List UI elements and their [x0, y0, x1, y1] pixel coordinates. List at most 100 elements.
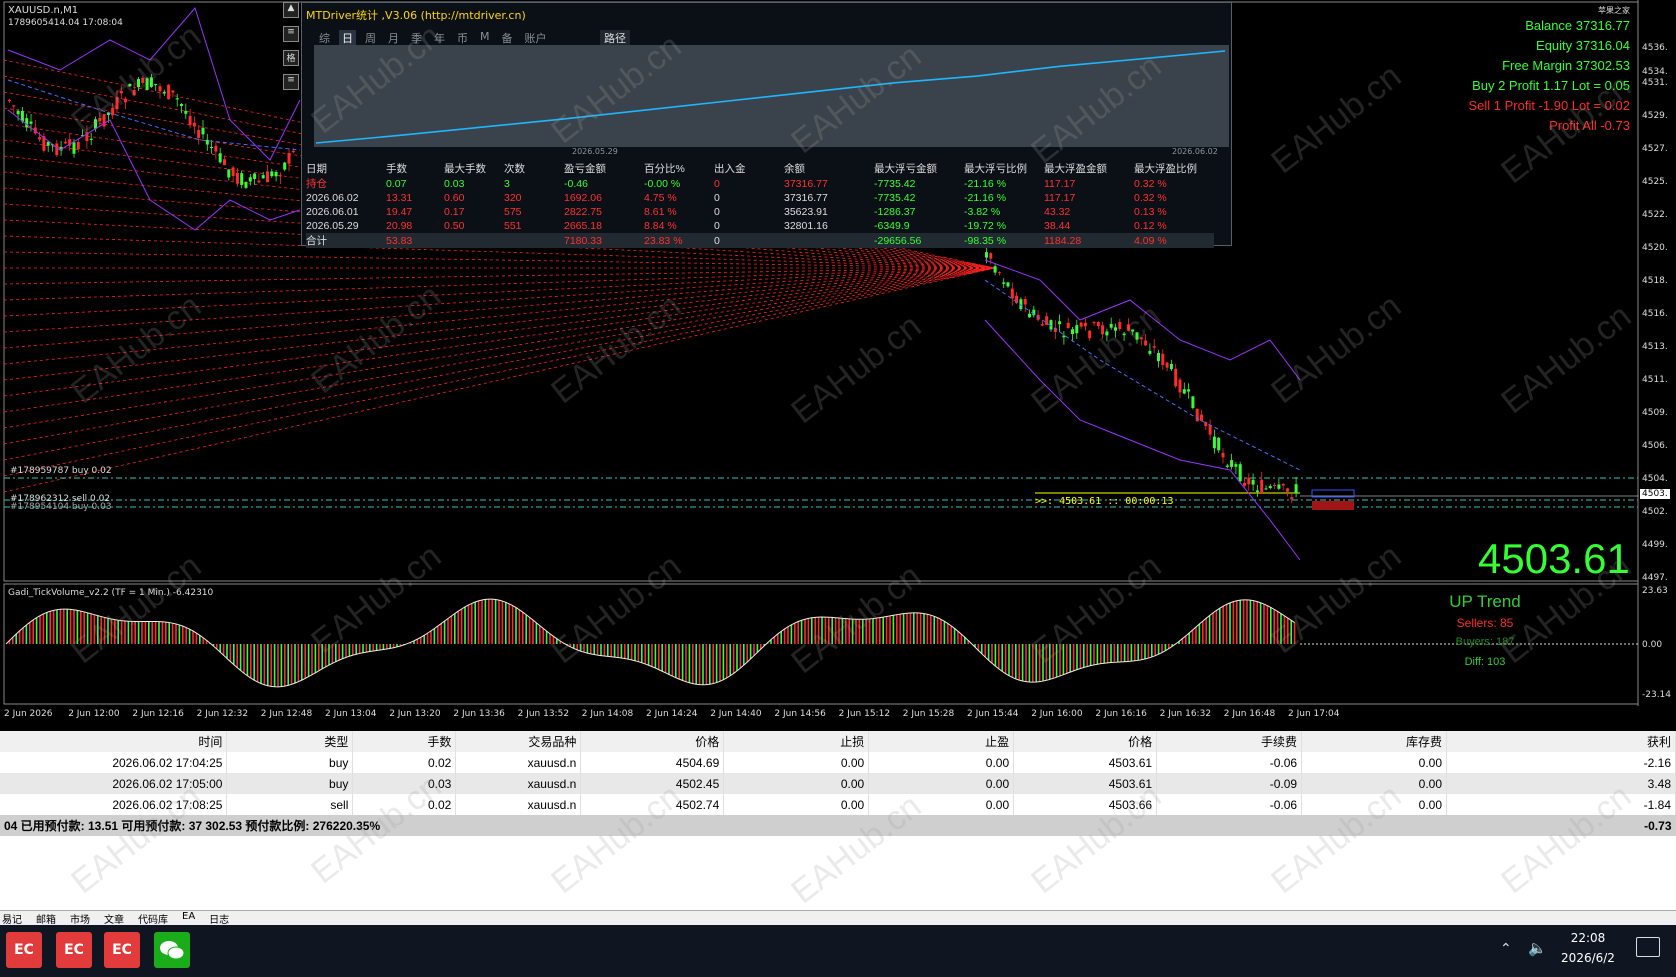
scroll-up-button[interactable]: ▲ — [283, 2, 299, 18]
th-lots[interactable]: 手数 — [352, 731, 457, 752]
trade-label-buy[interactable]: #178959787 buy 0.02 — [10, 466, 112, 476]
candle — [25, 118, 29, 128]
tab-week[interactable]: 周 — [362, 30, 379, 46]
candle — [171, 90, 175, 93]
trade-row[interactable]: 2026.06.02 17:08:25 sell 0.02 xauusd.n 4502.… — [0, 794, 1676, 815]
stats-cell: -6349.9 — [874, 220, 910, 232]
diff-label: Diff: 103 — [1464, 656, 1506, 668]
order-box — [1312, 501, 1354, 510]
account-footer-row: 04 已用预付款: 13.51 可用预付款: 37 302.53 预付款比例: … — [0, 815, 1676, 836]
trade-cell: 0.00 — [868, 773, 1015, 794]
col-max-float-loss: 最大浮亏金额 — [874, 163, 937, 175]
mtdriver-stats-panel[interactable]: MTDriver统计 ,V3.06 (http://mtdriver.cn) 综… — [301, 2, 1232, 248]
tab-currency[interactable]: 币 — [454, 30, 471, 46]
trade-cell: 4503.66 — [1013, 794, 1158, 815]
th-current-price[interactable]: 价格 — [1013, 731, 1158, 752]
tab-route[interactable]: 路径 — [600, 30, 630, 46]
ec-app-icon[interactable]: EC — [56, 932, 92, 968]
tab-day[interactable]: 日 — [339, 30, 356, 46]
tab-overview[interactable]: 综 — [316, 30, 333, 46]
candle — [132, 90, 136, 96]
tab-note[interactable]: 备 — [499, 30, 516, 46]
candle — [1200, 414, 1203, 421]
trade-row[interactable]: 2026.06.02 17:04:25 buy 0.02 xauusd.n 4504.6… — [0, 752, 1676, 773]
time-tick: 2 Jun 15:12 — [838, 709, 891, 719]
stats-header-row: 日期 手数 最大手数 次数 盈亏金额 百分比% 出入金 余额 最大浮亏金额 最大… — [306, 161, 1214, 176]
candle — [192, 122, 196, 127]
stats-cell: -0.00 % — [644, 177, 681, 190]
stats-cell: 0.32 % — [1134, 177, 1167, 190]
stats-cell: 1692.06 — [564, 192, 602, 204]
candle — [145, 78, 149, 90]
notification-icon[interactable] — [1636, 937, 1660, 957]
price-tick: 4502. — [1642, 507, 1668, 517]
fan-line — [3, 267, 996, 285]
terminal-tab[interactable]: 代码库 — [138, 911, 168, 926]
th-commission[interactable]: 手续费 — [1156, 731, 1303, 752]
clock-time[interactable]: 22:08 — [1558, 931, 1618, 945]
th-tp[interactable]: 止盈 — [868, 731, 1015, 752]
th-sl[interactable]: 止损 — [723, 731, 870, 752]
trade-cell: sell — [226, 794, 354, 815]
th-symbol[interactable]: 交易品种 — [455, 731, 582, 752]
stats-cell: 575 — [504, 206, 522, 218]
tab-magic[interactable]: M — [477, 30, 493, 46]
time-tick: 2 Jun 16:00 — [1031, 709, 1083, 719]
terminal-tab[interactable]: 日志 — [209, 911, 229, 926]
stats-cell: -1286.37 — [874, 206, 916, 218]
candle — [201, 127, 205, 135]
terminal-tab[interactable]: 邮箱 — [36, 911, 56, 926]
candle — [1062, 335, 1066, 338]
terminal-tab[interactable]: 文章 — [104, 911, 124, 926]
chevron-up-icon[interactable]: ⌃ — [1500, 941, 1512, 957]
grid-button[interactable]: 格 — [283, 50, 299, 66]
col-balance: 余额 — [784, 163, 805, 175]
tab-quarter[interactable]: 季 — [408, 30, 425, 46]
candle — [1023, 299, 1027, 305]
th-profit[interactable]: 获利 — [1446, 731, 1676, 752]
trade-label-buy-2[interactable]: #178954104 buy 0.03 — [10, 502, 112, 512]
stats-cell: 13.31 — [386, 192, 413, 204]
th-swap[interactable]: 库存费 — [1301, 731, 1448, 752]
terminal-tab[interactable]: 市场 — [70, 911, 90, 926]
ma-line — [984, 279, 1301, 471]
tab-year[interactable]: 年 — [431, 30, 448, 46]
candle — [1114, 327, 1117, 331]
wechat-icon[interactable] — [154, 932, 190, 968]
candle — [1135, 332, 1139, 340]
time-tick: 2 Jun 16:16 — [1095, 709, 1147, 719]
ec-app-icon[interactable]: EC — [6, 932, 42, 968]
candle — [1187, 389, 1191, 392]
candle — [119, 91, 123, 94]
candle — [175, 98, 179, 100]
candle — [1178, 379, 1182, 393]
candle — [1083, 322, 1087, 327]
candle — [218, 153, 222, 163]
candle — [989, 253, 993, 259]
th-type[interactable]: 类型 — [226, 731, 354, 752]
list-button[interactable]: ≡ — [283, 74, 299, 90]
terminal-tab[interactable]: 易记 — [2, 911, 22, 926]
price-axis: 4536. 4534. 4531. 4529. 4527. 4525. 4522… — [1640, 0, 1676, 700]
trade-row[interactable]: 2026.06.02 17:05:00 buy 0.03 xauusd.n 4502.4… — [0, 773, 1676, 794]
tab-account[interactable]: 账户 — [522, 30, 550, 46]
speaker-icon[interactable]: 🔈 — [1528, 939, 1547, 957]
candle — [287, 153, 291, 164]
tab-month[interactable]: 月 — [385, 30, 402, 46]
trade-cell: 0.00 — [1301, 752, 1448, 773]
clock-date[interactable]: 2026/6/2 — [1558, 951, 1618, 965]
candle — [1260, 479, 1264, 494]
th-price[interactable]: 价格 — [580, 731, 725, 752]
ec-app-icon[interactable]: EC — [104, 932, 140, 968]
trade-cell: 0.00 — [1301, 794, 1448, 815]
candle — [1174, 368, 1178, 387]
fan-line — [3, 267, 996, 429]
stats-cell: 7180.33 — [564, 233, 644, 248]
equity-curve-chart — [314, 45, 1229, 147]
ind-scale-bottom: -23.14 — [1642, 690, 1672, 700]
menu-button[interactable]: ≡ — [283, 26, 299, 42]
stats-cell: -7735.42 — [874, 177, 916, 190]
fan-line — [3, 267, 996, 333]
th-time[interactable]: 时间 — [0, 731, 228, 752]
terminal-tab[interactable]: EA — [182, 911, 195, 925]
